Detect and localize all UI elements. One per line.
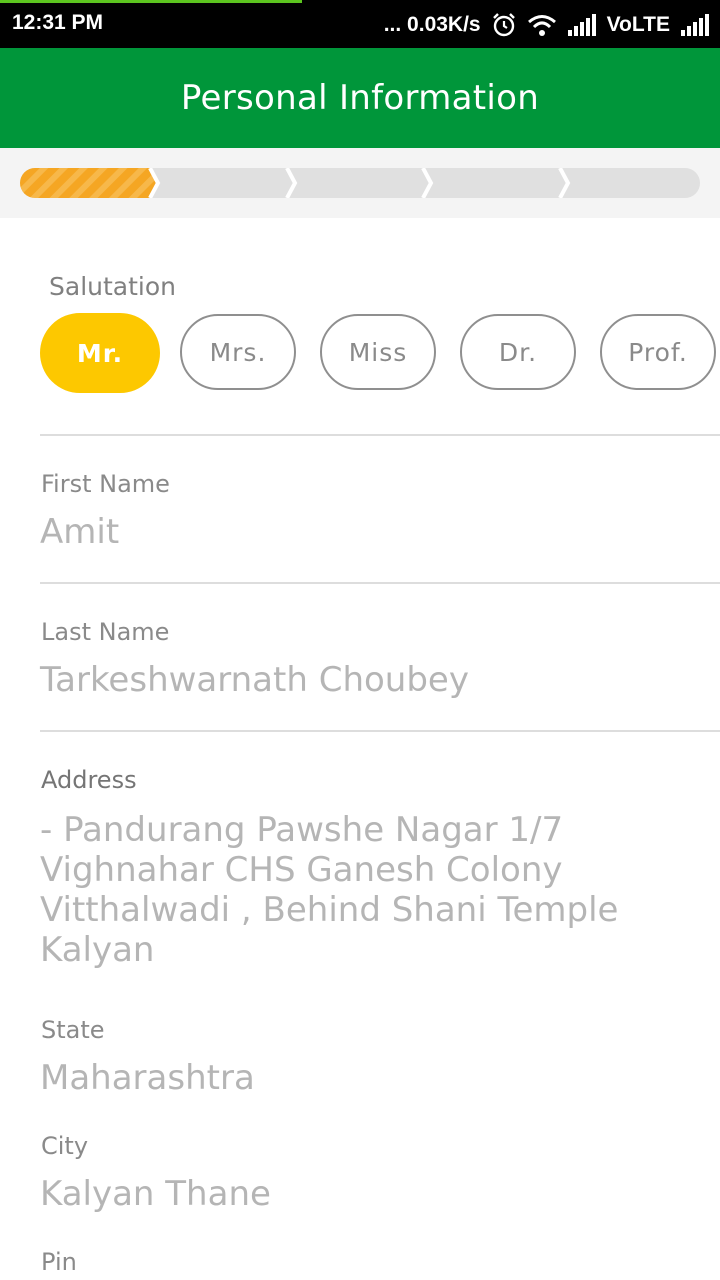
- network-type: VoLTE: [606, 13, 670, 36]
- status-icons: ... 0.03K/s VoLTE: [384, 10, 710, 40]
- divider: [40, 582, 720, 584]
- salutation-chip-mrs[interactable]: Mrs.: [180, 314, 296, 390]
- divider: [40, 434, 720, 436]
- step-1-segment: [20, 168, 158, 198]
- status-bar: 12:31 PM ... 0.03K/s VoLTE: [0, 0, 720, 48]
- address-line: Vitthalwadi , Behind Shani Temple: [40, 890, 619, 930]
- progress-stepper: [20, 168, 700, 198]
- first-name-field[interactable]: Amit: [40, 512, 119, 552]
- address-line: Kalyan: [40, 930, 155, 970]
- page-load-progress: [0, 0, 302, 3]
- status-time: 12:31 PM: [12, 11, 104, 34]
- address-line: Vighnahar CHS Ganesh Colony: [40, 850, 563, 890]
- last-name-field[interactable]: Tarkeshwarnath Choubey: [40, 660, 469, 700]
- wifi-icon: [527, 13, 557, 37]
- state-label: State: [41, 1016, 105, 1044]
- salutation-label: Salutation: [49, 272, 176, 301]
- last-name-label: Last Name: [41, 618, 170, 646]
- page-title: Personal Information: [180, 78, 540, 118]
- salutation-chip-mr[interactable]: Mr.: [40, 313, 160, 393]
- first-name-label: First Name: [41, 470, 170, 498]
- city-label: City: [41, 1132, 89, 1160]
- signal-icon: [567, 14, 597, 36]
- progress-stepper-container: [0, 148, 720, 218]
- address-field[interactable]: - Pandurang Pawshe Nagar 1/7 Vighnahar C…: [40, 810, 680, 970]
- divider: [40, 730, 720, 732]
- address-line: - Pandurang Pawshe Nagar 1/7: [40, 810, 564, 850]
- network-speed: ... 0.03K/s: [383, 13, 481, 36]
- signal-icon: [680, 14, 710, 36]
- alarm-icon: [491, 12, 517, 38]
- salutation-chip-dr[interactable]: Dr.: [460, 314, 576, 390]
- pin-label: Pin: [41, 1248, 77, 1276]
- state-field[interactable]: Maharashtra: [40, 1058, 255, 1098]
- salutation-chip-prof[interactable]: Prof.: [600, 314, 716, 390]
- salutation-chip-miss[interactable]: Miss: [320, 314, 436, 390]
- address-label: Address: [41, 766, 137, 794]
- app-bar: Personal Information: [0, 48, 720, 148]
- city-field[interactable]: Kalyan Thane: [40, 1174, 271, 1214]
